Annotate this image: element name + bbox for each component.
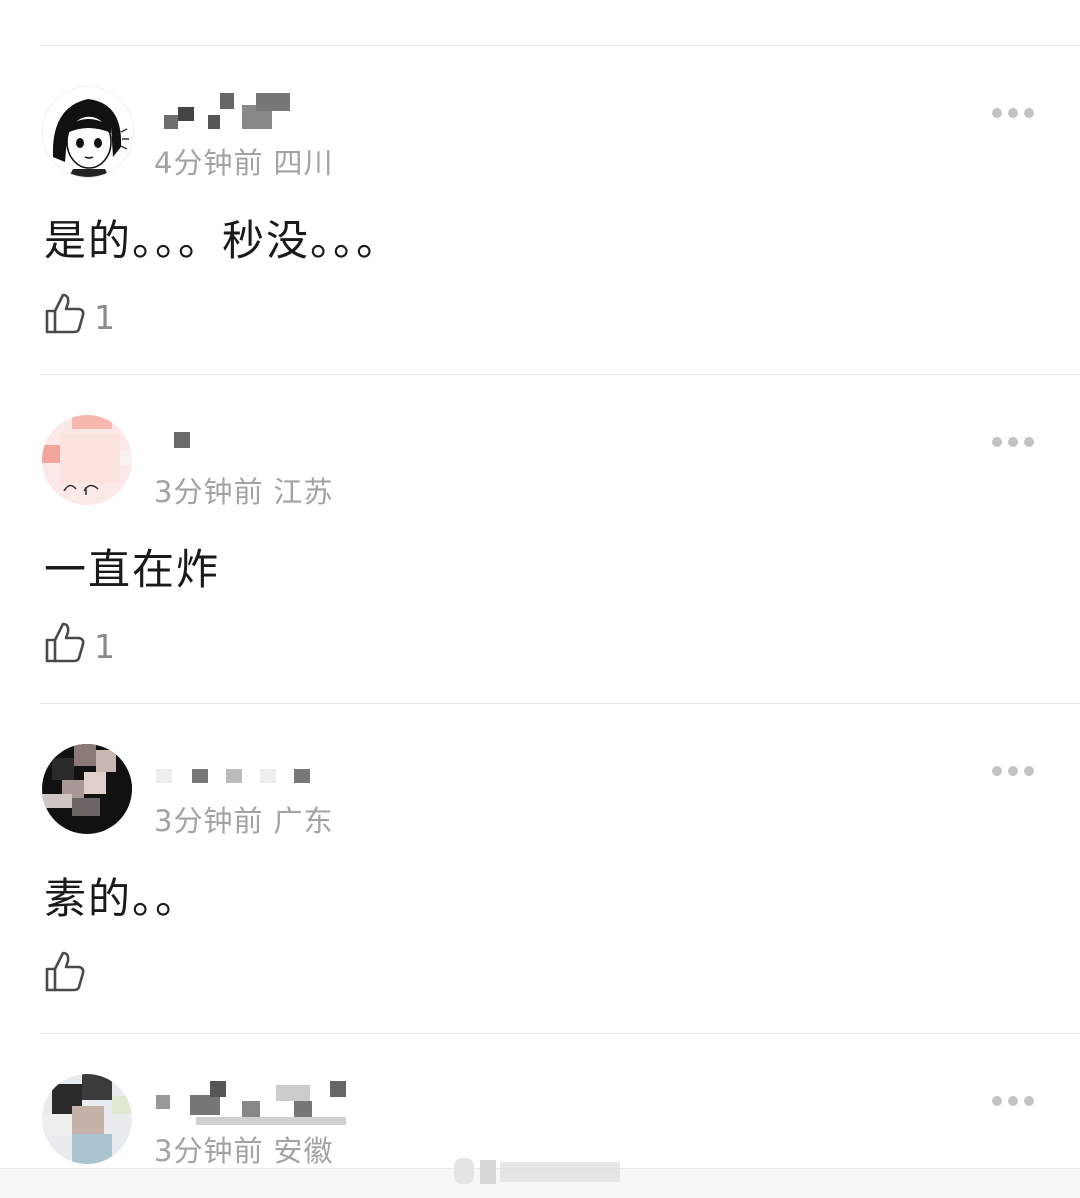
more-horizontal-icon [992,437,1002,447]
comment-item: 3分钟前 江苏 一直在炸 1 [0,374,1080,703]
comment-meta: 3分钟前 广东 [154,798,333,840]
like-count: 1 [94,627,115,666]
like-button[interactable] [44,945,94,993]
comment-location: 江苏 [273,475,334,509]
username-redacted[interactable] [156,422,356,462]
like-button[interactable]: 1 [44,616,115,664]
comment-location: 广东 [273,804,334,838]
avatar[interactable] [42,86,134,178]
comment-text: 一直在炸 [44,545,221,594]
more-horizontal-icon [992,108,1002,118]
comment-time: 3分钟前 [154,804,264,838]
more-options-button[interactable] [992,761,1040,781]
more-horizontal-icon [992,766,1002,776]
comment-item: 4分钟前 四川 是的。。。秒没。。。 1 [0,45,1080,374]
avatar-illustration [43,87,133,177]
more-horizontal-icon [992,1096,1002,1106]
avatar[interactable] [42,744,132,834]
more-options-button[interactable] [992,432,1040,452]
username-redacted[interactable] [156,93,356,133]
comment-location: 四川 [273,146,334,180]
comment-meta: 4分钟前 四川 [154,140,333,182]
thumbs-up-icon [45,293,85,334]
comment-time: 3分钟前 [154,1134,264,1168]
comment-meta: 3分钟前 安徽 [154,1128,333,1168]
comment-item: 3分钟前 广东 素的。。 [0,703,1080,1032]
avatar[interactable] [42,415,132,505]
avatar-illustration [63,484,99,495]
comment-time: 4分钟前 [154,146,264,180]
comment-text: 是的。。。秒没。。。 [44,216,401,265]
comment-location: 安徽 [273,1134,334,1168]
avatar[interactable] [42,1074,132,1164]
thumbs-up-icon [45,951,85,992]
thumbs-up-icon [45,622,85,663]
like-button[interactable]: 1 [44,287,115,335]
comment-text: 素的。。 [44,874,200,923]
more-options-button[interactable] [992,1091,1040,1111]
username-redacted[interactable] [156,1081,376,1125]
comment-time: 3分钟前 [154,475,264,509]
watermark-logo [454,1158,620,1184]
comment-meta: 3分钟前 江苏 [154,469,333,511]
username-redacted[interactable] [156,751,356,791]
more-options-button[interactable] [992,103,1040,123]
comment-item: 3分钟前 安徽 [0,1033,1080,1168]
like-count: 1 [94,298,115,337]
